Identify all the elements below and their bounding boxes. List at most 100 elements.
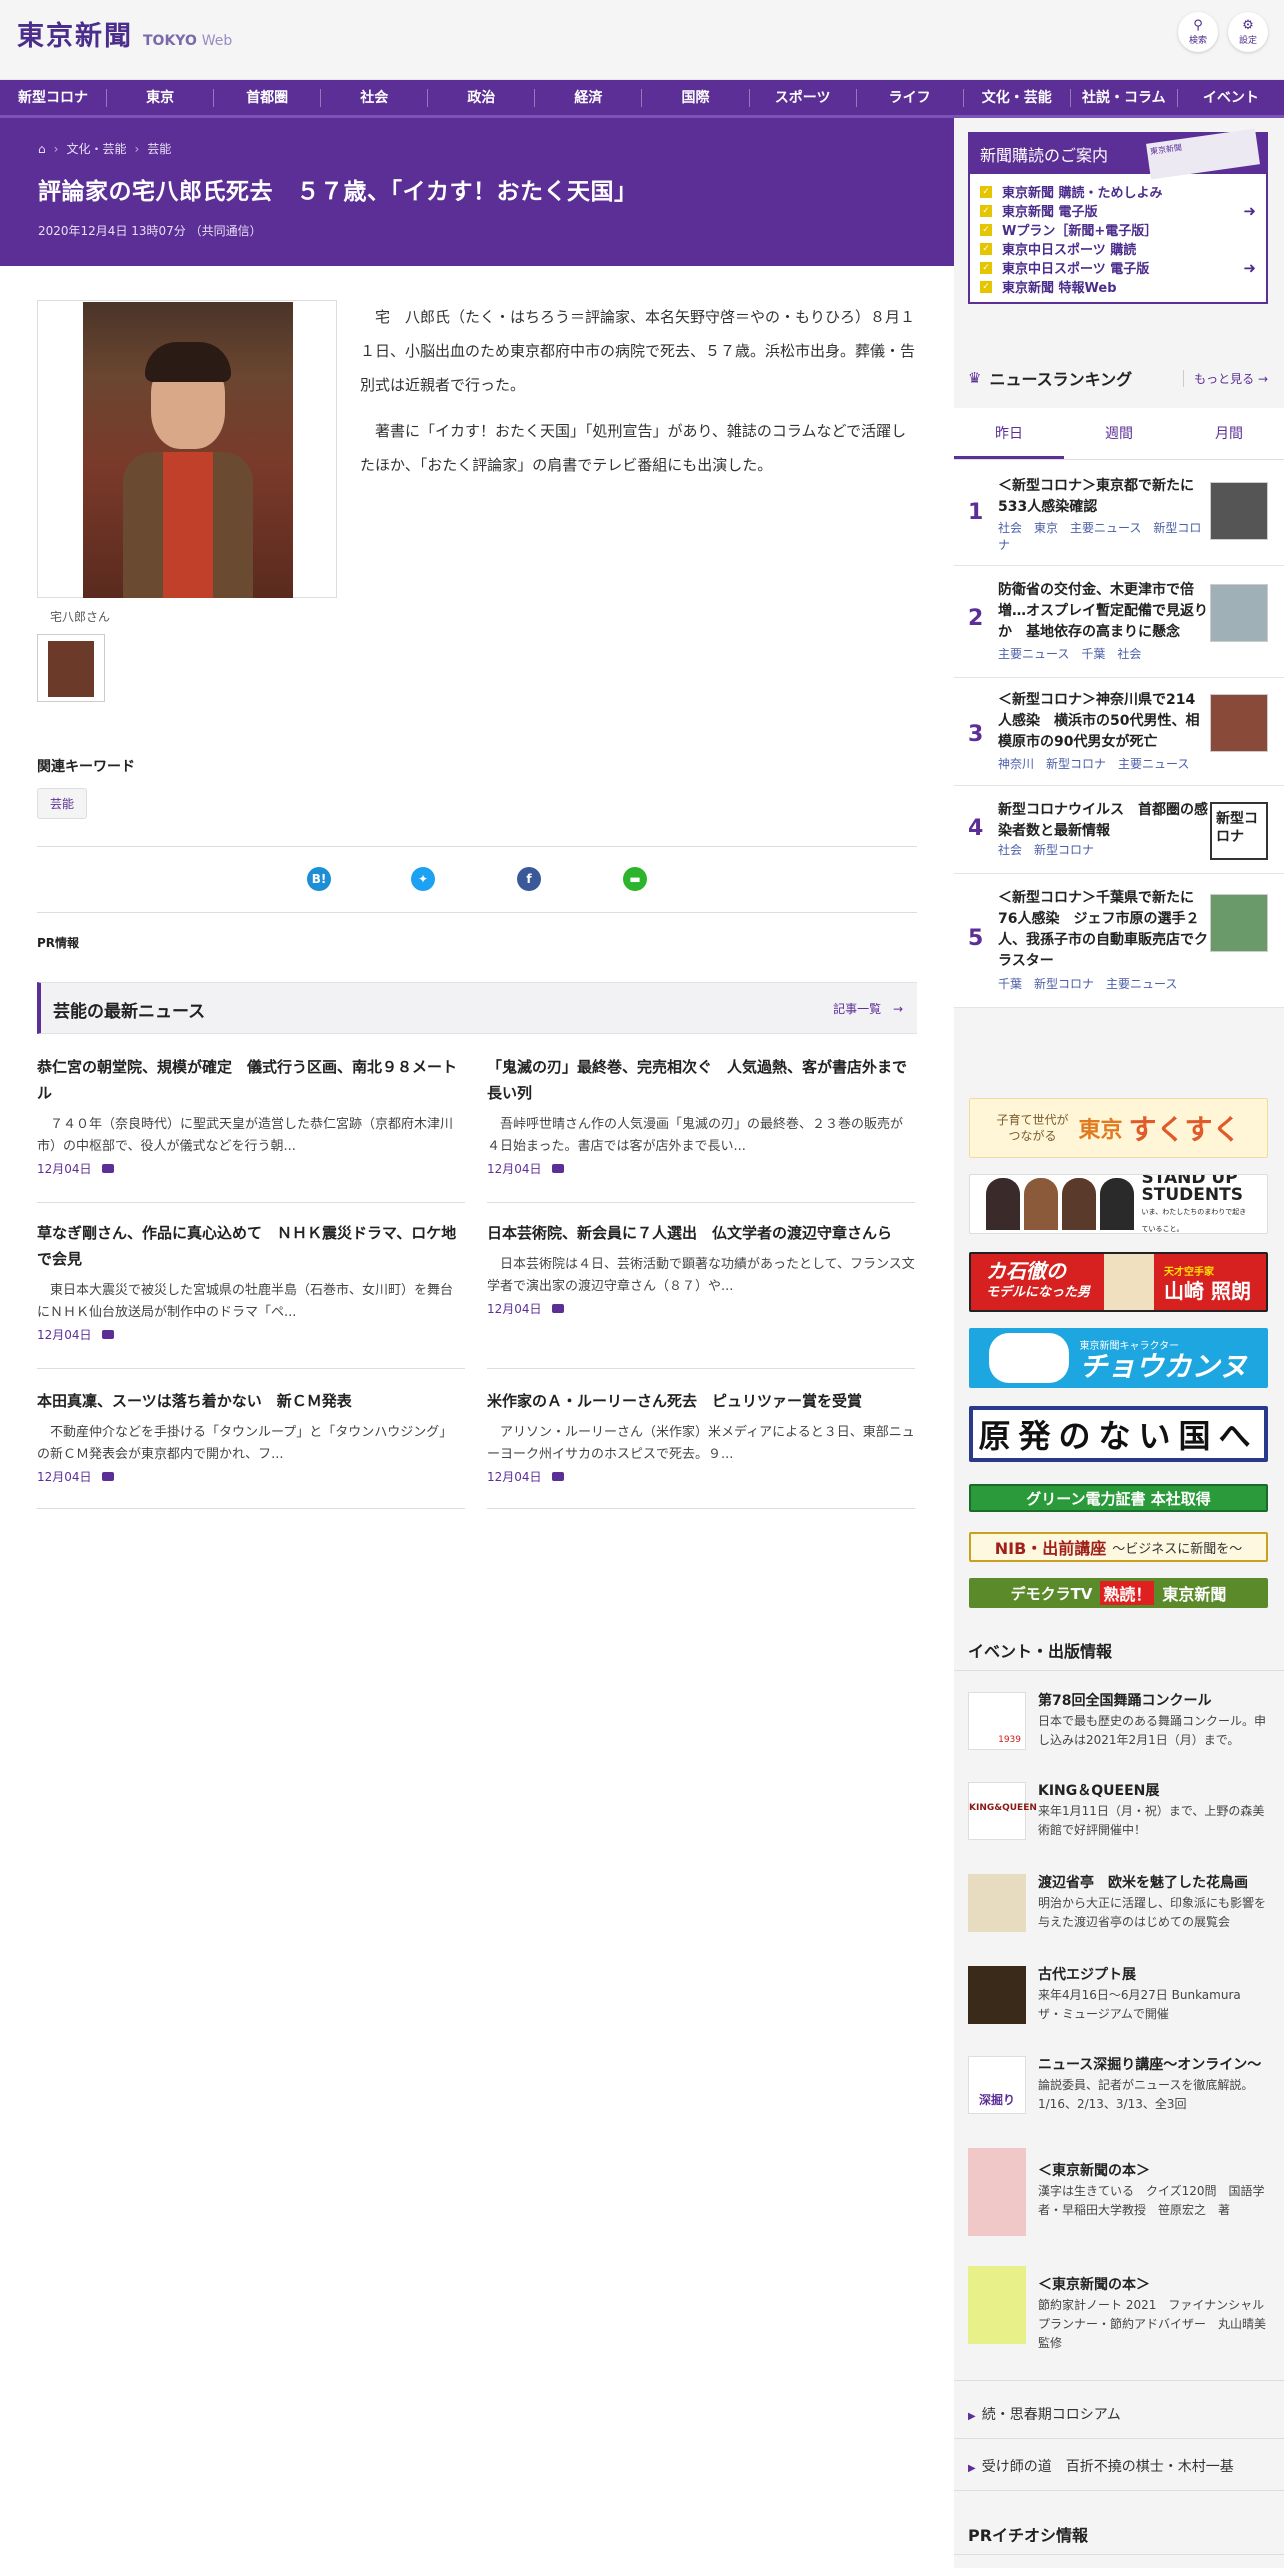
subscription-link[interactable]: ✓ 東京新聞 電子版 ➜ xyxy=(980,201,1256,220)
stand-up-students-banner[interactable]: STAND UP STUDENTS いま、わたしたちのまわりで起きていること。 xyxy=(969,1174,1268,1234)
tab-monthly[interactable]: 月間 xyxy=(1174,408,1284,459)
home-icon[interactable]: ⌂ xyxy=(38,142,46,156)
event-item[interactable]: 古代エジプト展 来年4月16日～6月27日 Bunkamura ザ・ミュージアム… xyxy=(968,1966,1268,2046)
news-item[interactable]: 本田真凜、スーツは落ち着かない 新ＣＭ発表 不動産仲介などを手掛ける「タウンルー… xyxy=(37,1388,465,1509)
line-icon[interactable]: ▬ xyxy=(623,867,647,891)
news-title[interactable]: 「鬼滅の刃」最終巻、完売相次ぐ 人気過熱、客が書店外まで長い列 xyxy=(487,1054,915,1106)
green-power-banner[interactable]: グリーン電力証書 本社取得 xyxy=(969,1484,1268,1512)
news-item[interactable]: 草なぎ剛さん、作品に真心込めて ＮＨＫ震災ドラマ、ロケ地で会見 東日本大震災で被… xyxy=(37,1220,465,1369)
logo-text: 東京新聞 xyxy=(17,21,133,52)
subscription-link[interactable]: ✓ 東京新聞 特報Web xyxy=(980,277,1256,296)
rank-title[interactable]: ＜新型コロナ＞千葉県で新たに76人感染 ジェフ市原の選手２人、我孫子市の自動車販… xyxy=(998,888,1208,972)
event-title[interactable]: ニュース深掘り講座～オンライン～ xyxy=(1038,2056,1268,2075)
book-link[interactable]: ▶ 受け師の道 百折不撓の棋士・木村一基 xyxy=(968,2456,1234,2476)
ranking-more-link[interactable]: もっと見る → xyxy=(1183,369,1268,387)
article-photo[interactable] xyxy=(37,300,337,598)
rank-number: 5 xyxy=(968,926,984,951)
events-heading: イベント・出版情報 xyxy=(968,1642,1113,1661)
nav-item[interactable]: イベント xyxy=(1178,89,1284,107)
nav-item[interactable]: ライフ xyxy=(857,88,964,107)
settings-button[interactable]: ⚙ 設定 xyxy=(1228,12,1268,52)
subscription-link[interactable]: ✓ 東京新聞 購読・ためしよみ xyxy=(980,182,1256,201)
nib-banner[interactable]: NIB・出前講座 〜ビジネスに新聞を〜 xyxy=(969,1532,1268,1562)
news-title[interactable]: 恭仁宮の朝堂院、規模が確定 儀式行う区画、南北９８メートル xyxy=(37,1054,465,1106)
nav-item[interactable]: スポーツ xyxy=(750,88,857,107)
divider xyxy=(37,1202,465,1203)
event-item[interactable]: ＜東京新聞の本＞ 節約家計ノート 2021 ファイナンシャルプランナー・節約アド… xyxy=(968,2266,1278,2362)
event-title[interactable]: KING＆QUEEN展 xyxy=(1038,1782,1268,1801)
tab-weekly[interactable]: 週間 xyxy=(1064,408,1174,459)
login-icon[interactable]: ➜ xyxy=(1243,259,1256,277)
search-button[interactable]: ⚲ 検索 xyxy=(1178,12,1218,52)
subscription-link[interactable]: ✓ Wプラン［新聞+電子版］ xyxy=(980,220,1256,239)
event-item[interactable]: ＜東京新聞の本＞ 漢字は生きている クイズ120問 国語学者・早稲田大学教授 笹… xyxy=(968,2148,1268,2244)
nav-item[interactable]: 東京 xyxy=(107,88,215,107)
news-item[interactable]: 日本芸術院、新会員に７人選出 仏文学者の渡辺守章さんら 日本芸術院は４日、芸術活… xyxy=(487,1220,915,1369)
book-link[interactable]: ▶ 続・思春期コロシアム xyxy=(968,2404,1121,2424)
breadcrumb-item[interactable]: 文化・芸能 xyxy=(66,140,126,157)
news-title[interactable]: 日本芸術院、新会員に７人選出 仏文学者の渡辺守章さんら xyxy=(487,1220,915,1246)
nav-item[interactable]: 首都圏 xyxy=(214,88,322,107)
tab-yesterday[interactable]: 昨日 xyxy=(954,408,1064,459)
nav-item[interactable]: 経済 xyxy=(535,88,643,107)
nav-item[interactable]: 社会 xyxy=(321,88,429,107)
nav-item[interactable]: 国際 xyxy=(642,88,750,107)
rank-tags[interactable]: 神奈川 新型コロナ 主要ニュース xyxy=(998,756,1208,773)
sidebar: 新聞購読のご案内 東京新聞 ✓ 東京新聞 購読・ためしよみ ✓ 東京新聞 電子版 ➜ … xyxy=(954,118,1284,2568)
login-icon[interactable]: ➜ xyxy=(1243,202,1256,220)
divider xyxy=(954,2380,1284,2381)
facebook-icon[interactable]: f xyxy=(517,867,541,891)
article-list-link[interactable]: 記事一覧 → xyxy=(833,1000,903,1017)
rank-tags[interactable]: 千葉 新型コロナ 主要ニュース xyxy=(998,976,1208,993)
ranking-item[interactable]: 4 新型コロナウイルス 首都圏の感染者数と最新情報 社会 新型コロナ 新型コロナ xyxy=(954,786,1284,874)
rank-title[interactable]: ＜新型コロナ＞東京都で新たに533人感染確認 xyxy=(998,476,1208,518)
nav-item[interactable]: 政治 xyxy=(428,88,536,107)
breadcrumb-item[interactable]: 芸能 xyxy=(147,140,171,157)
rank-tags[interactable]: 社会 東京 主要ニュース 新型コロナ xyxy=(998,520,1208,554)
rank-tags[interactable]: 主要ニュース 千葉 社会 xyxy=(998,646,1208,663)
nav-item[interactable]: 社説・コラム xyxy=(1071,88,1178,107)
news-title[interactable]: 米作家のＡ・ルーリーさん死去 ピュリツァー賞を受賞 xyxy=(487,1388,915,1414)
event-title[interactable]: ＜東京新聞の本＞ xyxy=(1038,2162,1268,2181)
subscription-link[interactable]: ✓ 東京中日スポーツ 電子版 ➜ xyxy=(980,258,1256,277)
ranking-item[interactable]: 5 ＜新型コロナ＞千葉県で新たに76人感染 ジェフ市原の選手２人、我孫子市の自動… xyxy=(954,874,1284,1008)
yamazaki-banner[interactable]: カ石徹の モデルになった男 天才空手家 山崎 照朗 xyxy=(969,1252,1268,1312)
news-item[interactable]: 「鬼滅の刃」最終巻、完売相次ぐ 人気過熱、客が書店外まで長い列 吾峠呼世晴さん作… xyxy=(487,1054,915,1203)
rank-thumbnail: 新型コロナ xyxy=(1210,802,1268,860)
news-title[interactable]: 本田真凜、スーツは落ち着かない 新ＣＭ発表 xyxy=(37,1388,465,1414)
event-title[interactable]: 古代エジプト展 xyxy=(1038,1966,1268,1985)
rank-title[interactable]: ＜新型コロナ＞神奈川県で214人感染 横浜市の50代男性、相模原市の90代男女が… xyxy=(998,690,1208,753)
rank-thumbnail xyxy=(1210,482,1268,540)
ranking-item[interactable]: 2 防衛省の交付金、木更津市で倍増…オスプレイ暫定配備で見返りか 基地依存の高ま… xyxy=(954,566,1284,678)
keyword-tag[interactable]: 芸能 xyxy=(37,788,88,819)
ranking-item[interactable]: 3 ＜新型コロナ＞神奈川県で214人感染 横浜市の50代男性、相模原市の90代男… xyxy=(954,678,1284,786)
news-item[interactable]: 恭仁宮の朝堂院、規模が確定 儀式行う区画、南北９８メートル ７４０年（奈良時代）… xyxy=(37,1054,465,1203)
nav-item[interactable]: 文化・芸能 xyxy=(964,88,1071,107)
event-item[interactable]: 1939 第78回全国舞踊コンクール 日本で最も歴史のある舞踊コンクール。申し込… xyxy=(968,1692,1268,1772)
event-item[interactable]: 深掘り ニュース深掘り講座～オンライン～ 論説委員、記者がニュースを徹底解説。1… xyxy=(968,2056,1268,2136)
hatena-bookmark-icon[interactable]: B! xyxy=(307,867,331,891)
photo-thumbnail[interactable] xyxy=(37,634,105,702)
news-item[interactable]: 米作家のＡ・ルーリーさん死去 ピュリツァー賞を受賞 アリソン・ルーリーさん（米作… xyxy=(487,1388,915,1509)
rank-title[interactable]: 防衛省の交付金、木更津市で倍増…オスプレイ暫定配備で見返りか 基地依存の高まりに… xyxy=(998,580,1208,643)
event-title[interactable]: 第78回全国舞踊コンクール xyxy=(1038,1692,1268,1711)
democra-tv-banner[interactable]: デモクラTV 熟読！ 東京新聞 xyxy=(969,1578,1268,1608)
rank-tags[interactable]: 社会 新型コロナ xyxy=(998,842,1208,859)
divider xyxy=(954,1670,1284,1671)
main-nav: 新型コロナ 東京 首都圏 社会 政治 経済 国際 スポーツ ライフ 文化・芸能 … xyxy=(0,80,1284,118)
sukusuku-banner[interactable]: 子育て世代が つながる 東京 すくすく xyxy=(969,1098,1268,1158)
nav-item[interactable]: 新型コロナ xyxy=(0,88,108,107)
twitter-icon[interactable]: ✦ xyxy=(411,867,435,891)
no-nuclear-banner[interactable]: 原発のない国へ xyxy=(969,1406,1268,1462)
news-title[interactable]: 草なぎ剛さん、作品に真心込めて ＮＨＫ震災ドラマ、ロケ地で会見 xyxy=(37,1220,465,1272)
event-item[interactable]: KING&QUEEN KING＆QUEEN展 来年1月11日（月・祝）まで、上野… xyxy=(968,1782,1268,1862)
event-title[interactable]: 渡辺省亭 欧米を魅了した花鳥画 xyxy=(1038,1874,1268,1893)
event-title[interactable]: ＜東京新聞の本＞ xyxy=(1038,2276,1268,2295)
choukanu-banner[interactable]: 東京新聞キャラクター チョウカンヌ xyxy=(969,1328,1268,1388)
site-logo[interactable]: 東京新聞 TOKYO Web xyxy=(17,14,232,53)
subscription-link[interactable]: ✓ 東京中日スポーツ 購読 xyxy=(980,239,1256,258)
latest-news-header: 芸能の最新ニュース 記事一覧 → xyxy=(37,982,917,1034)
rank-title[interactable]: 新型コロナウイルス 首都圏の感染者数と最新情報 xyxy=(998,800,1208,842)
ranking-item[interactable]: 1 ＜新型コロナ＞東京都で新たに533人感染確認 社会 東京 主要ニュース 新型… xyxy=(954,460,1284,566)
event-item[interactable]: 渡辺省亭 欧米を魅了した花鳥画 明治から大正に活躍し、印象派にも影響を与えた渡辺… xyxy=(968,1874,1268,1954)
